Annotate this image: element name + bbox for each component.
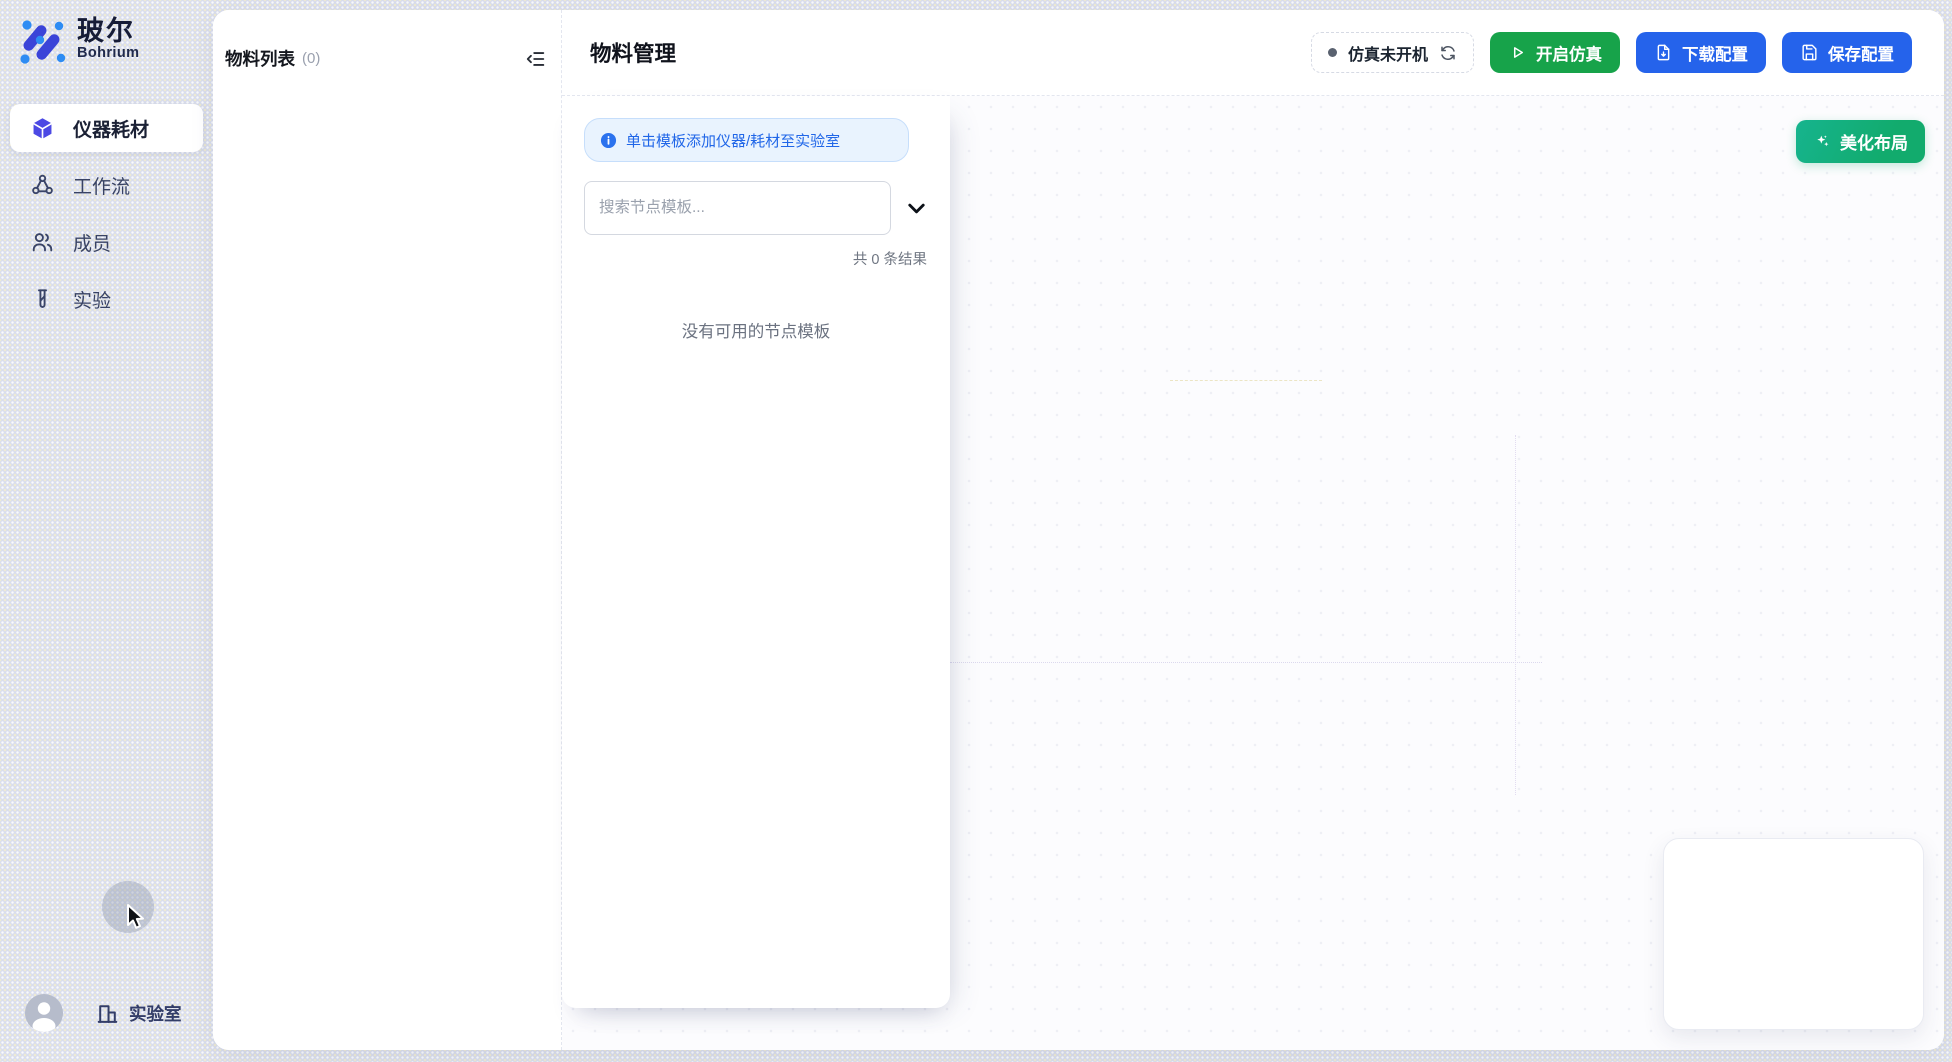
canvas-guide-short [1170, 380, 1322, 381]
status-dot-icon [1328, 48, 1337, 57]
person-icon [25, 994, 63, 1032]
collapse-panel-icon[interactable] [525, 48, 547, 70]
hint-banner: 单击模板添加仪器/耗材至实验室 [584, 118, 909, 162]
canvas-guide-vertical [1515, 435, 1516, 795]
material-list-count: (0) [302, 50, 320, 67]
download-config-label: 下载配置 [1682, 41, 1748, 65]
hint-banner-text: 单击模板添加仪器/耗材至实验室 [626, 130, 840, 151]
play-icon [1508, 43, 1527, 62]
mouse-cursor [119, 901, 149, 933]
sidebar-item-label: 工作流 [73, 172, 130, 199]
canvas-guide-horizontal [950, 662, 1542, 663]
brand-subtitle: Bohrium [77, 45, 139, 61]
sidebar-item-workflow[interactable]: 工作流 [10, 161, 203, 209]
material-list-header: 物料列表 (0) [213, 10, 561, 71]
start-simulation-label: 开启仿真 [1536, 41, 1602, 65]
search-result-count: 共 0 条结果 [584, 248, 928, 269]
members-icon [30, 230, 55, 255]
simulation-status-pill[interactable]: 仿真未开机 [1311, 32, 1474, 73]
brand-logo: 玻尔 Bohrium [16, 14, 139, 64]
lab-switcher[interactable]: 实验室 [95, 1001, 182, 1026]
sidebar-nav: 仪器耗材 工作流 成员 [10, 104, 203, 323]
sidebar-item-label: 实验 [73, 286, 111, 313]
sidebar-item-instruments[interactable]: 仪器耗材 [10, 104, 203, 152]
cube-icon [30, 116, 55, 141]
bohrium-logo-icon [16, 14, 66, 64]
page-header: 物料管理 仿真未开机 [562, 10, 1944, 96]
avatar[interactable] [25, 994, 63, 1032]
material-list-panel: 物料列表 (0) [213, 10, 561, 1050]
template-search-row [584, 181, 928, 235]
start-simulation-button[interactable]: 开启仿真 [1490, 32, 1620, 73]
sidebar-item-label: 仪器耗材 [73, 115, 149, 142]
template-search-input[interactable] [584, 181, 891, 235]
minimap-panel[interactable] [1663, 838, 1924, 1030]
beautify-layout-label: 美化布局 [1840, 129, 1908, 154]
header-actions: 仿真未开机 开启仿真 [1311, 32, 1912, 73]
app-root: 玻尔 Bohrium 仪器耗材 工作流 [0, 0, 1952, 1062]
sidebar-item-label: 成员 [73, 229, 111, 256]
content-card: 物料列表 (0) 物料管理 仿真未开机 [213, 10, 1944, 1050]
workflow-icon [30, 173, 55, 198]
download-config-button[interactable]: 下载配置 [1636, 32, 1766, 73]
empty-state-text: 没有可用的节点模板 [584, 318, 928, 342]
save-config-button[interactable]: 保存配置 [1782, 32, 1912, 73]
sidebar-item-experiment[interactable]: 实验 [10, 275, 203, 323]
sparkles-icon [1813, 132, 1832, 151]
save-config-label: 保存配置 [1828, 41, 1894, 65]
page-title: 物料管理 [590, 37, 676, 68]
lab-label: 实验室 [129, 1001, 182, 1026]
file-download-icon [1654, 43, 1673, 62]
experiment-icon [30, 287, 55, 312]
layout-canvas[interactable]: 单击模板添加仪器/耗材至实验室 共 0 条结果 没有可用的节点模板 [562, 96, 1944, 1050]
refresh-icon[interactable] [1439, 44, 1457, 62]
info-icon [600, 132, 617, 149]
sidebar-item-members[interactable]: 成员 [10, 218, 203, 266]
status-label: 仿真未开机 [1348, 41, 1428, 65]
material-list-title: 物料列表 [225, 46, 295, 71]
building-icon [95, 1001, 120, 1026]
chevron-down-icon[interactable] [905, 197, 928, 220]
main-area: 物料管理 仿真未开机 [562, 10, 1944, 1050]
node-template-panel: 单击模板添加仪器/耗材至实验室 共 0 条结果 没有可用的节点模板 [562, 96, 950, 1008]
save-icon [1800, 43, 1819, 62]
brand-name: 玻尔 [77, 17, 139, 45]
beautify-layout-button[interactable]: 美化布局 [1796, 120, 1925, 163]
sidebar-footer: 实验室 [25, 994, 182, 1032]
